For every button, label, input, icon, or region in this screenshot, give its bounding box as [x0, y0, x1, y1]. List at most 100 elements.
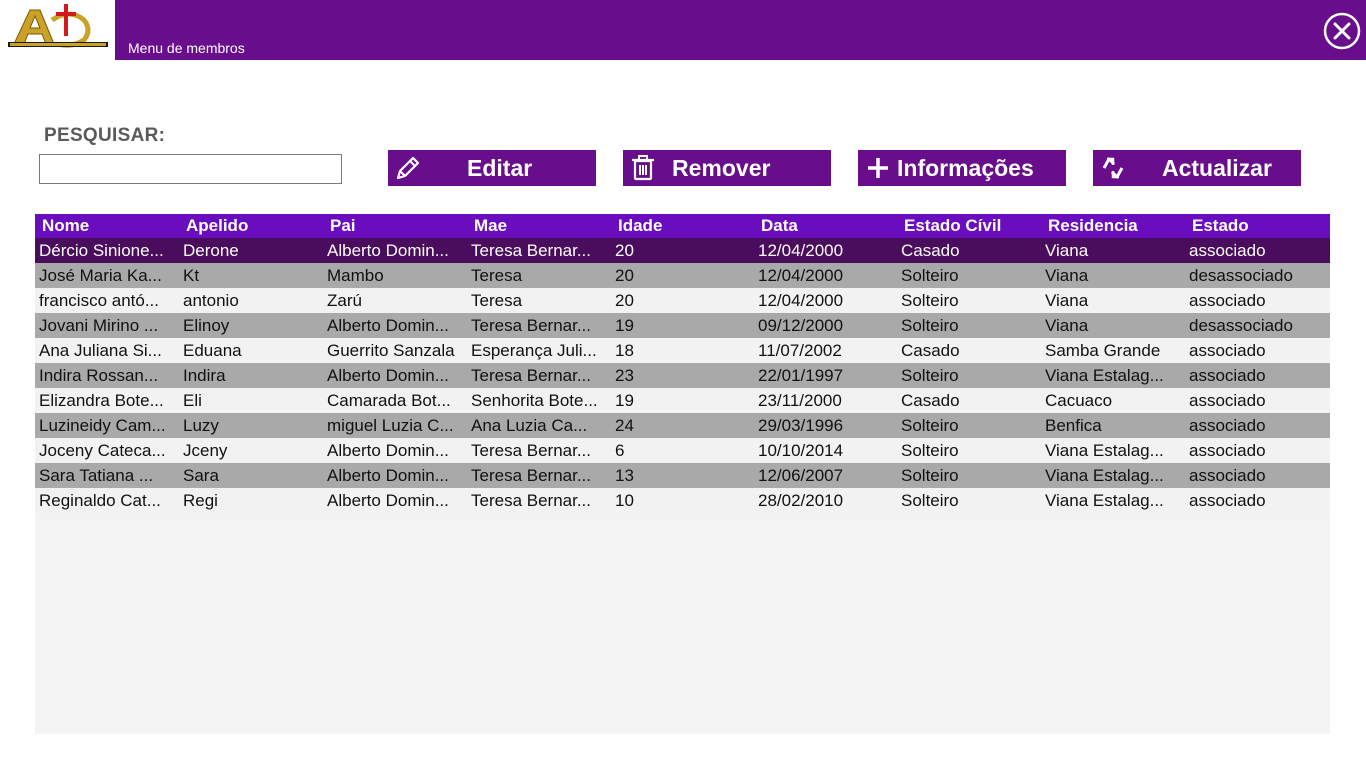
table-cell: Indira Rossan...	[39, 366, 159, 385]
table-row[interactable]: Jovani Mirino ... Elinoy Alberto Domin... T…	[35, 313, 1330, 338]
table-cell: Samba Grande	[1045, 341, 1161, 360]
search-label: PESQUISAR:	[44, 125, 166, 146]
table-cell: Viana	[1045, 266, 1089, 285]
table-cell: associado	[1189, 466, 1266, 485]
close-icon	[1323, 12, 1361, 50]
table-cell: Teresa	[471, 291, 523, 310]
table-cell: 6	[615, 441, 625, 460]
table-cell: 10/10/2014	[758, 441, 844, 460]
table-cell: José Maria Ka...	[39, 266, 162, 285]
edit-button[interactable]: Editar	[388, 150, 596, 186]
table-cell: 20	[615, 266, 634, 285]
column-header[interactable]: Apelido	[186, 216, 248, 236]
page-subtitle: Menu de membros	[128, 40, 245, 56]
table-cell: Reginaldo Cat...	[39, 491, 161, 510]
table-cell: Solteiro	[901, 316, 959, 335]
table-row[interactable]: Luzineidy Cam... Luzy miguel Luzia C... Ana…	[35, 413, 1330, 438]
column-header[interactable]: Estado Cívil	[904, 216, 1001, 236]
table-cell: Kt	[183, 266, 200, 285]
table-cell: Senhorita Bote...	[471, 391, 598, 410]
table-cell: miguel Luzia C...	[327, 416, 454, 435]
column-header[interactable]: Estado	[1192, 216, 1249, 236]
table-cell: 20	[615, 291, 634, 310]
table-cell: Guerrito Sanzala	[327, 341, 455, 360]
table-header: Nome Apelido Pai Mae Idade Data Estado Cívil Re…	[35, 214, 1330, 238]
table-row[interactable]: francisco antó... antonio Zarú Teresa 20 12/0…	[35, 288, 1330, 313]
table-cell: Teresa Bernar...	[471, 241, 592, 260]
table-cell: associado	[1189, 366, 1266, 385]
remove-button[interactable]: Remover	[623, 150, 831, 186]
table-cell: Teresa Bernar...	[471, 466, 592, 485]
table-cell: 10	[615, 491, 634, 510]
table-cell: Ana Luzia Ca...	[471, 416, 588, 435]
table-cell: Elizandra Bote...	[39, 391, 164, 410]
table-cell: Sara	[183, 466, 219, 485]
table-cell: Casado	[901, 341, 960, 360]
table-cell: Viana	[1045, 316, 1089, 335]
table-row[interactable]: José Maria Ka... Kt Mambo Teresa 20 12/04/200…	[35, 263, 1330, 288]
table-cell: Teresa	[471, 266, 523, 285]
table-cell: 23/11/2000	[758, 391, 842, 410]
table-cell: Alberto Domin...	[327, 316, 449, 335]
table-cell: 24	[615, 416, 634, 435]
table-cell: associado	[1189, 341, 1266, 360]
table-cell: Luzineidy Cam...	[39, 416, 166, 435]
table-cell: Teresa Bernar...	[471, 366, 592, 385]
column-header[interactable]: Residencia	[1048, 216, 1138, 236]
table-cell: Viana Estalag...	[1045, 366, 1164, 385]
members-table[interactable]: Nome Apelido Pai Mae Idade Data Estado Cívil Re…	[35, 214, 1330, 734]
table-cell: desassociado	[1189, 316, 1293, 335]
table-cell: Solteiro	[901, 266, 959, 285]
table-row[interactable]: Sara Tatiana ... Sara Alberto Domin... Tere…	[35, 463, 1330, 488]
info-button[interactable]: Informações	[858, 150, 1066, 186]
column-header[interactable]: Data	[761, 216, 798, 236]
table-row[interactable]: Dércio Sinione... Derone Alberto Domin... T…	[35, 238, 1330, 263]
close-button[interactable]	[1323, 12, 1361, 50]
table-cell: Solteiro	[901, 466, 959, 485]
table-cell: 23	[615, 366, 634, 385]
trash-icon	[632, 155, 654, 181]
table-cell: Viana Estalag...	[1045, 441, 1164, 460]
table-cell: Alberto Domin...	[327, 241, 449, 260]
title-bar: Menu de membros	[0, 0, 1366, 60]
table-cell: Alberto Domin...	[327, 466, 449, 485]
table-cell: 12/04/2000	[758, 241, 844, 260]
table-row[interactable]: Joceny Cateca... Jceny Alberto Domin... Ter…	[35, 438, 1330, 463]
column-header[interactable]: Nome	[42, 216, 89, 236]
refresh-button[interactable]: Actualizar	[1093, 150, 1301, 186]
table-cell: associado	[1189, 241, 1266, 260]
table-cell: Solteiro	[901, 291, 959, 310]
app-logo	[0, 0, 115, 60]
table-cell: Solteiro	[901, 366, 959, 385]
table-cell: 12/04/2000	[758, 266, 844, 285]
table-cell: 19	[615, 316, 634, 335]
table-row[interactable]: Ana Juliana Si... Eduana Guerrito Sanzala E…	[35, 338, 1330, 363]
table-cell: Viana	[1045, 291, 1089, 310]
table-cell: associado	[1189, 391, 1266, 410]
table-cell: Luzy	[183, 416, 219, 435]
table-cell: Mambo	[327, 266, 384, 285]
table-cell: Teresa Bernar...	[471, 491, 592, 510]
table-cell: associado	[1189, 416, 1266, 435]
remove-button-label: Remover	[672, 155, 771, 181]
search-input[interactable]	[39, 154, 342, 184]
column-header[interactable]: Idade	[618, 216, 662, 236]
table-cell: Jceny	[183, 441, 228, 460]
table-row[interactable]: Elizandra Bote... Eli Camarada Bot... Senho…	[35, 388, 1330, 413]
refresh-button-label: Actualizar	[1162, 155, 1272, 181]
table-cell: Teresa Bernar...	[471, 441, 592, 460]
table-cell: 11/07/2002	[758, 341, 842, 360]
table-cell: Derone	[183, 241, 239, 260]
table-cell: Alberto Domin...	[327, 491, 449, 510]
column-header[interactable]: Pai	[330, 216, 356, 236]
table-cell: Benfica	[1045, 416, 1102, 435]
refresh-icon	[1102, 157, 1124, 179]
table-cell: francisco antó...	[39, 291, 160, 310]
column-header[interactable]: Mae	[474, 216, 507, 236]
table-row[interactable]: Reginaldo Cat... Regi Alberto Domin... Tere…	[35, 488, 1330, 513]
table-cell: Indira	[183, 366, 226, 385]
table-row[interactable]: Indira Rossan... Indira Alberto Domin... Te…	[35, 363, 1330, 388]
table-cell: 12/04/2000	[758, 291, 844, 310]
table-cell: Joceny Cateca...	[39, 441, 166, 460]
table-cell: Solteiro	[901, 416, 959, 435]
